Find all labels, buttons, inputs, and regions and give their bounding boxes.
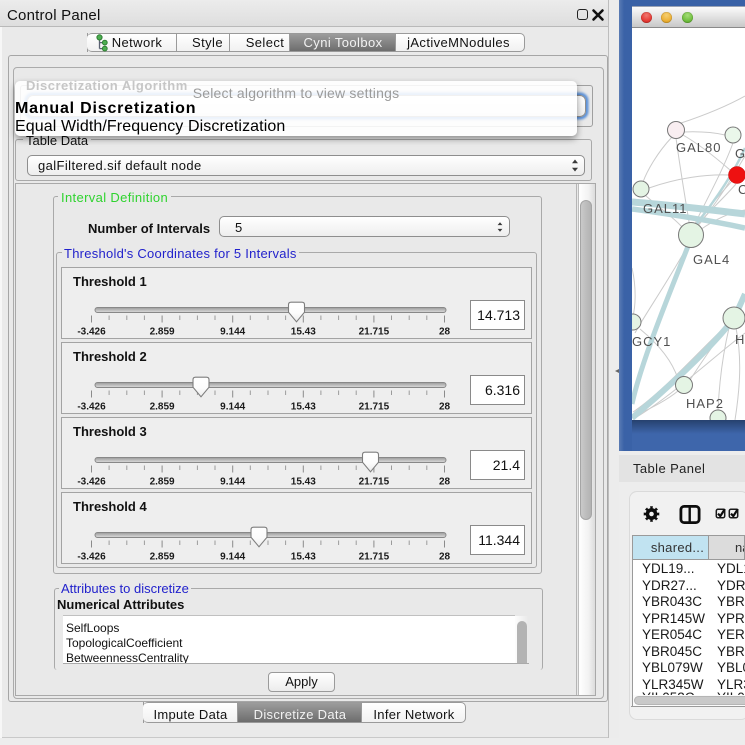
- svg-text:15.43: 15.43: [291, 552, 316, 563]
- svg-text:2.859: 2.859: [150, 402, 175, 413]
- svg-text:28: 28: [439, 402, 451, 413]
- svg-text:H: H: [735, 332, 745, 347]
- svg-text:21.715: 21.715: [359, 552, 390, 563]
- svg-text:HAP2: HAP2: [686, 396, 724, 411]
- svg-text:2.859: 2.859: [150, 552, 175, 563]
- svg-text:C: C: [738, 182, 745, 197]
- svg-text:9.144: 9.144: [220, 402, 245, 413]
- svg-text:GA: GA: [735, 146, 745, 161]
- svg-text:-3.426: -3.426: [77, 477, 106, 488]
- svg-text:GCY1: GCY1: [632, 334, 671, 349]
- svg-text:28: 28: [439, 477, 451, 488]
- svg-text:15.43: 15.43: [291, 327, 316, 338]
- svg-text:-3.426: -3.426: [77, 552, 106, 563]
- svg-text:2.859: 2.859: [150, 327, 175, 338]
- svg-text:21.715: 21.715: [359, 402, 390, 413]
- svg-text:21.715: 21.715: [359, 477, 390, 488]
- svg-text:2.859: 2.859: [150, 477, 175, 488]
- svg-text:GAL11: GAL11: [643, 201, 688, 216]
- svg-text:GAL4: GAL4: [693, 252, 730, 267]
- svg-text:28: 28: [439, 552, 451, 563]
- svg-text:9.144: 9.144: [220, 327, 245, 338]
- svg-text:28: 28: [439, 327, 451, 338]
- svg-text:21.715: 21.715: [359, 327, 390, 338]
- svg-text:15.43: 15.43: [291, 477, 316, 488]
- svg-text:15.43: 15.43: [291, 402, 316, 413]
- svg-text:GAL80: GAL80: [676, 140, 721, 155]
- svg-text:9.144: 9.144: [220, 552, 245, 563]
- svg-text:-3.426: -3.426: [77, 402, 106, 413]
- svg-text:9.144: 9.144: [220, 477, 245, 488]
- svg-text:-3.426: -3.426: [77, 327, 106, 338]
